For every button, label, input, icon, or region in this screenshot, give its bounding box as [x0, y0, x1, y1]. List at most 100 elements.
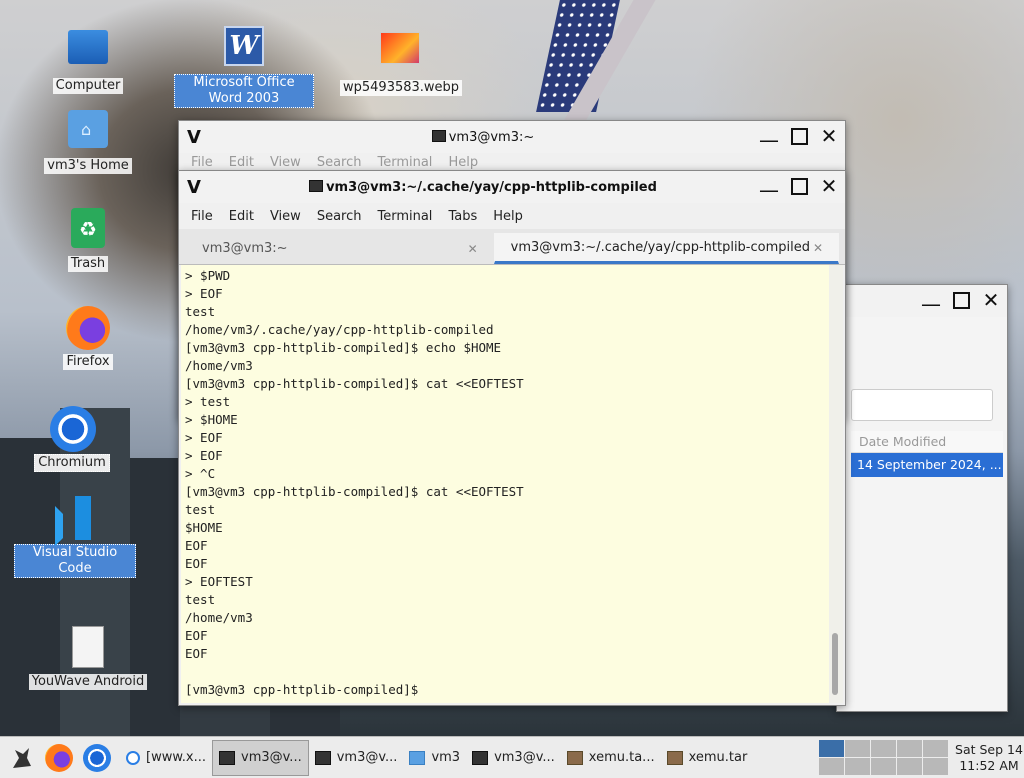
menu-view[interactable]: View	[262, 155, 309, 170]
file-manager-titlebar[interactable]: — ✕	[837, 285, 1007, 317]
taskbar-item-terminal-2[interactable]: vm3@v...	[309, 740, 404, 776]
tab-close-icon[interactable]: ✕	[810, 241, 826, 255]
tab-cpp-httplib[interactable]: vm3@vm3:~/.cache/yay/cpp-httplib-compile…	[493, 233, 839, 264]
taskbar-item-terminal-1[interactable]: vm3@v...	[212, 739, 309, 776]
window-title: vm3@vm3:~/.cache/yay/cpp-httplib-compile…	[326, 179, 657, 195]
taskbar-item-archive-2[interactable]: xemu.tar	[661, 740, 754, 776]
menu-terminal[interactable]: Terminal	[369, 155, 440, 170]
taskbar-item-browser[interactable]: [www.x...	[120, 740, 212, 776]
desktop-icon-webp[interactable]: wp5493583.webp	[340, 26, 463, 96]
scrollbar-thumb[interactable]	[832, 633, 838, 695]
desktop-icon-label: wp5493583.webp	[340, 80, 463, 96]
terminal-scrollbar[interactable]	[829, 265, 843, 703]
menu-view[interactable]: View	[262, 209, 309, 224]
workspace-7[interactable]	[845, 758, 870, 775]
minimize-button[interactable]: —	[919, 289, 943, 316]
workspace-1[interactable]	[819, 740, 844, 757]
chromium-icon	[50, 406, 96, 452]
taskbar-item-label: vm3@v...	[336, 750, 398, 765]
column-header-date-modified[interactable]: Date Modified	[851, 431, 1003, 453]
desktop-icon-trash[interactable]: ♻ Trash	[42, 206, 134, 272]
desktop-icon-label: YouWave Android	[28, 674, 148, 690]
firefox-icon	[66, 306, 110, 350]
workspace-4[interactable]	[897, 740, 922, 757]
workspace-6[interactable]	[819, 758, 844, 775]
menu-help[interactable]: Help	[440, 155, 486, 170]
desktop-icon-firefox[interactable]: Firefox	[42, 306, 134, 370]
maximize-button[interactable]	[949, 289, 973, 313]
menu-search[interactable]: Search	[309, 209, 370, 224]
close-button[interactable]: ✕	[817, 125, 841, 149]
maximize-button[interactable]	[787, 175, 811, 199]
vscode-icon	[53, 496, 97, 546]
desktop-icon-chromium[interactable]: Chromium	[26, 406, 118, 472]
chromium-icon	[83, 743, 111, 772]
menu-edit[interactable]: Edit	[221, 209, 262, 224]
workspace-2[interactable]	[845, 740, 870, 757]
back-terminal-titlebar[interactable]: V vm3@vm3:~ — ✕	[179, 121, 845, 153]
app-menu-icon	[13, 747, 31, 768]
desktop-icon-word[interactable]: W Microsoft Office Word 2003	[170, 26, 318, 108]
taskbar-item-label: xemu.ta...	[588, 750, 655, 765]
taskbar-item-label: xemu.tar	[688, 750, 748, 765]
firefox-icon	[45, 743, 73, 772]
close-button[interactable]: ✕	[817, 175, 841, 199]
archive-icon	[566, 750, 583, 765]
terminal-icon	[431, 129, 446, 142]
tab-home[interactable]: vm3@vm3:~ ✕	[185, 233, 494, 264]
file-manager-window[interactable]: — ✕ Date Modified 14 September 2024, ...	[836, 284, 1008, 712]
desktop-icon-youwave[interactable]: YouWave Android	[26, 626, 150, 690]
minimize-button[interactable]: —	[757, 125, 781, 152]
tab-close-icon[interactable]: ✕	[465, 242, 481, 256]
workspace-5[interactable]	[923, 740, 948, 757]
terminal-output[interactable]: > $PWD > EOF test /home/vm3/.cache/yay/c…	[181, 265, 829, 703]
back-terminal-menubar: File Edit View Search Terminal Help	[179, 153, 845, 171]
close-button[interactable]: ✕	[979, 289, 1003, 313]
terminal-menubar: File Edit View Search Terminal Tabs Help	[179, 203, 845, 229]
desktop-icon-vscode[interactable]: Visual Studio Code	[14, 496, 136, 578]
desktop-icon-label: vm3's Home	[44, 158, 132, 174]
menu-file[interactable]: File	[183, 209, 221, 224]
menu-terminal[interactable]: Terminal	[369, 209, 440, 224]
clock-time: 11:52 AM	[959, 757, 1019, 773]
maximize-button[interactable]	[787, 125, 811, 149]
chromium-launcher[interactable]	[80, 741, 114, 775]
desktop-icon-label: Computer	[52, 78, 124, 94]
workspace-9[interactable]	[897, 758, 922, 775]
desktop-icon-home[interactable]: vm3's Home	[42, 106, 134, 174]
terminal-window[interactable]: V vm3@vm3:~/.cache/yay/cpp-httplib-compi…	[178, 170, 846, 706]
taskbar-item-folder[interactable]: vm3	[403, 740, 466, 776]
clock[interactable]: Sat Sep 14 11:52 AM	[954, 742, 1024, 774]
menu-tabs[interactable]: Tabs	[440, 209, 485, 224]
workspace-10[interactable]	[923, 758, 948, 775]
taskbar-item-archive-1[interactable]: xemu.ta...	[561, 740, 661, 776]
taskbar-item-label: vm3@v...	[494, 750, 555, 765]
location-field[interactable]	[851, 389, 993, 421]
workspace-8[interactable]	[871, 758, 896, 775]
folder-icon	[409, 750, 426, 765]
desktop-icon-label: Trash	[67, 256, 109, 272]
menu-edit[interactable]: Edit	[221, 155, 262, 170]
archive-icon	[666, 750, 683, 765]
menu-help[interactable]: Help	[485, 209, 531, 224]
terminal-tab-bar: vm3@vm3:~ ✕ vm3@vm3:~/.cache/yay/cpp-htt…	[179, 229, 845, 265]
document-icon	[66, 626, 110, 670]
taskbar: [www.x... vm3@v... vm3@v... vm3 vm3@v...…	[0, 736, 1024, 778]
taskbar-item-label: vm3@v...	[241, 750, 302, 765]
workspace-pager[interactable]	[819, 740, 948, 775]
menu-file[interactable]: File	[183, 155, 221, 170]
desktop-icon-label: Firefox	[63, 354, 113, 370]
firefox-launcher[interactable]	[42, 741, 76, 775]
image-icon	[378, 32, 422, 76]
workspace-3[interactable]	[871, 740, 896, 757]
terminal-titlebar[interactable]: V vm3@vm3:~/.cache/yay/cpp-httplib-compi…	[179, 171, 845, 203]
desktop-icon-computer[interactable]: Computer	[42, 26, 134, 94]
app-menu-button[interactable]	[4, 741, 38, 775]
desktop-icon-label: Visual Studio Code	[14, 544, 136, 578]
taskbar-item-terminal-3[interactable]: vm3@v...	[466, 740, 561, 776]
tab-label: vm3@vm3:~/.cache/yay/cpp-httplib-compile…	[510, 240, 810, 255]
file-row-selected[interactable]: 14 September 2024, ...	[851, 453, 1003, 477]
terminal-icon	[309, 179, 324, 192]
minimize-button[interactable]: —	[757, 175, 781, 202]
menu-search[interactable]: Search	[309, 155, 370, 170]
